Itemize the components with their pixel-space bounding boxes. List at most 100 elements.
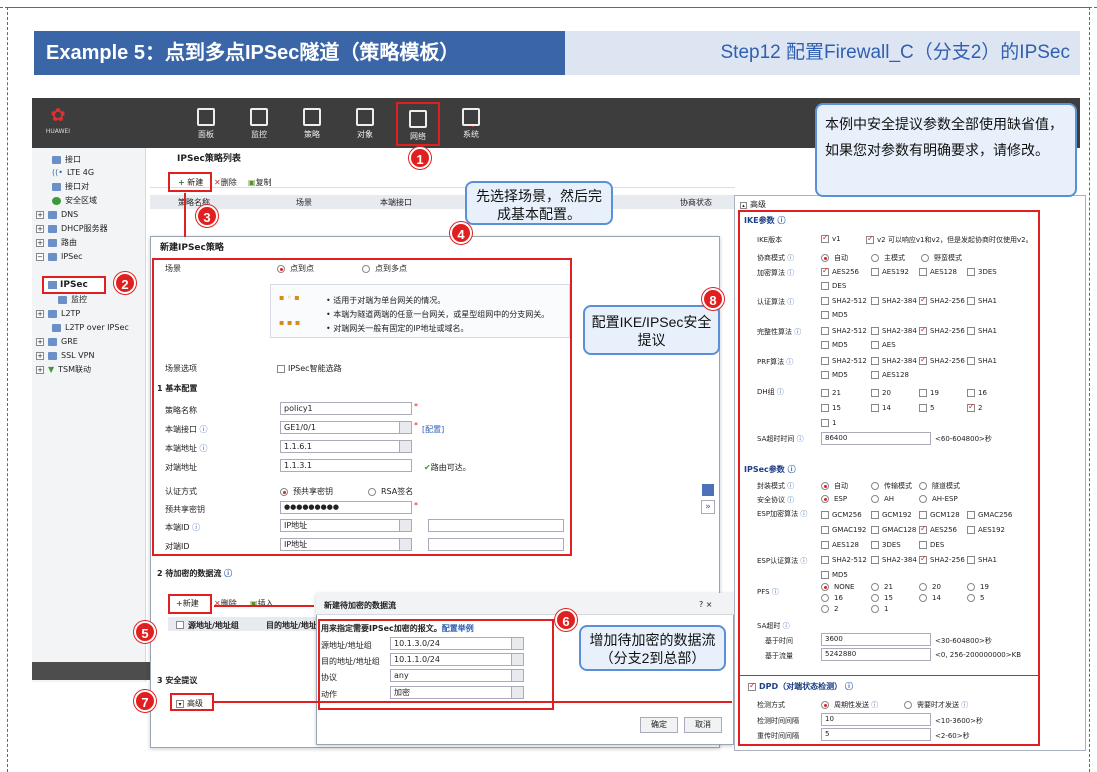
auth-alg-sha2-384[interactable]: SHA2-384 — [871, 297, 917, 305]
scene-point-to-multipoint[interactable]: 点到多点 — [362, 263, 407, 274]
help-icon[interactable]: ⓘ — [845, 682, 853, 691]
expand-icon[interactable]: + — [36, 365, 44, 374]
help-icon[interactable]: ⓘ — [787, 482, 794, 490]
flow-select-all[interactable] — [176, 620, 187, 629]
local-interface-select[interactable]: GE1/0/1 — [280, 421, 412, 434]
dh-15[interactable]: 15 — [821, 404, 841, 412]
column-scene[interactable]: 场景 — [296, 197, 312, 208]
esp-3des[interactable]: 3DES — [871, 541, 901, 549]
help-icon[interactable]: ⓘ — [797, 435, 804, 443]
help-icon[interactable]: ⓘ — [961, 701, 968, 709]
sidebar-item-dns[interactable]: + DNS — [36, 209, 150, 221]
dpd-on-demand[interactable]: 需要时才发送 ⓘ — [904, 700, 968, 710]
esp-gmac256[interactable]: GMAC256 — [967, 511, 1012, 519]
negotiation-auto[interactable]: 自动 — [821, 253, 848, 263]
column-local-interface[interactable]: 本端接口 — [380, 197, 412, 208]
sidebar-item-lte[interactable]: ((• LTE 4G — [52, 167, 166, 179]
pfs-1[interactable]: 1 — [871, 605, 888, 613]
ike-v1-checkbox[interactable]: v1 — [821, 233, 841, 243]
dh-19[interactable]: 19 — [919, 389, 939, 397]
collapse-icon[interactable]: − — [36, 252, 44, 261]
pfs-none[interactable]: NONE — [821, 583, 854, 591]
expand-icon[interactable]: + — [36, 309, 44, 318]
help-icon[interactable]: ⓘ — [794, 328, 801, 336]
sidebar-item-dhcp[interactable]: + DHCP服务器 — [36, 223, 150, 235]
sidebar-item-ipsec-selected[interactable]: IPSec — [42, 276, 106, 294]
esp-auth-sha2-512[interactable]: SHA2-512 — [821, 556, 867, 564]
auth-alg-sha2-256[interactable]: SHA2-256 — [919, 295, 965, 305]
delete-flow-button[interactable]: ✕删除 — [214, 598, 237, 609]
column-destination[interactable]: 目的地址/地址 — [266, 620, 317, 631]
esp-gmac192[interactable]: GMAC192 — [821, 526, 866, 534]
auth-alg-sha2-512[interactable]: SHA2-512 — [821, 297, 867, 305]
cancel-button[interactable]: 取消 — [684, 717, 722, 733]
expand-icon[interactable]: + — [36, 210, 44, 219]
column-source[interactable]: 源地址/地址组 — [188, 620, 239, 631]
help-icon[interactable]: ⓘ — [224, 569, 232, 578]
prf-sha2-256[interactable]: SHA2-256 — [919, 355, 965, 365]
integrity-sha2-384[interactable]: SHA2-384 — [871, 327, 917, 335]
auth-alg-md5[interactable]: MD5 — [821, 311, 848, 319]
time-based-input[interactable]: 3600 — [821, 633, 931, 646]
enc-des[interactable]: DES — [821, 282, 846, 290]
proto-ah-esp[interactable]: AH-ESP — [919, 495, 958, 503]
dh-14[interactable]: 14 — [871, 404, 891, 412]
prf-aes128[interactable]: AES128 — [871, 371, 909, 379]
copy-policy-button[interactable]: ▣复制 — [248, 177, 272, 188]
traffic-based-input[interactable]: 5242880 — [821, 648, 931, 661]
help-icon[interactable]: ⓘ — [800, 557, 807, 565]
help-icon[interactable]: ⓘ — [800, 510, 807, 518]
insert-flow-button[interactable]: ▣插入 — [250, 598, 274, 609]
local-id-value-input[interactable] — [428, 519, 564, 532]
integrity-sha2-512[interactable]: SHA2-512 — [821, 327, 867, 335]
new-flow-button[interactable]: +新建 — [176, 598, 199, 609]
flow-dialog-controls[interactable]: ? × — [699, 600, 713, 609]
nav-object[interactable]: 对象 — [343, 102, 387, 146]
sidebar-item-ipsec-group[interactable]: − IPSec — [36, 251, 150, 263]
enc-aes256[interactable]: AES256 — [821, 266, 859, 276]
peer-id-select[interactable]: IP地址 — [280, 538, 412, 551]
expand-icon[interactable]: + — [36, 337, 44, 346]
esp-gcm256[interactable]: GCM256 — [821, 511, 862, 519]
esp-gcm128[interactable]: GCM128 — [919, 511, 960, 519]
ok-button[interactable]: 确定 — [640, 717, 678, 733]
nav-network[interactable]: 网络 — [396, 102, 440, 146]
help-icon[interactable]: ⓘ — [783, 622, 790, 630]
sidebar-item-interface[interactable]: 接口 — [52, 154, 166, 166]
pfs-16[interactable]: 16 — [821, 594, 843, 602]
dh-16[interactable]: 16 — [967, 389, 987, 397]
esp-auth-md5[interactable]: MD5 — [821, 571, 848, 579]
prf-sha2-384[interactable]: SHA2-384 — [871, 357, 917, 365]
nav-policy[interactable]: 策略 — [290, 102, 334, 146]
expand-icon[interactable]: + — [36, 238, 44, 247]
dpd-periodic[interactable]: 周期性发送 ⓘ — [821, 700, 878, 710]
negotiation-main[interactable]: 主模式 — [871, 253, 905, 263]
local-address-select[interactable]: 1.1.6.1 — [280, 440, 412, 453]
proto-esp[interactable]: ESP — [821, 495, 847, 503]
help-icon[interactable]: ⓘ — [787, 254, 794, 262]
expand-icon[interactable]: + — [36, 351, 44, 360]
expand-icon[interactable]: + — [36, 224, 44, 233]
sidebar-item-l2tp-over-ipsec[interactable]: L2TP over IPSec — [52, 322, 166, 334]
destination-select[interactable]: 10.1.1.0/24 — [390, 653, 524, 666]
integrity-sha2-256[interactable]: SHA2-256 — [919, 325, 965, 335]
action-select[interactable]: 加密 — [390, 686, 524, 699]
ike-v2-checkbox[interactable]: v2 可以响应v1和v2，但是发起协商时仅使用v2。 — [866, 234, 1033, 245]
dh-5[interactable]: 5 — [919, 404, 934, 412]
sidebar-item-route[interactable]: + 路由 — [36, 237, 150, 249]
delete-policy-button[interactable]: ✕删除 — [214, 177, 237, 188]
nav-dashboard[interactable]: 面板 — [184, 102, 228, 146]
source-select[interactable]: 10.1.3.0/24 — [390, 637, 524, 650]
help-icon[interactable]: ⓘ — [787, 269, 794, 277]
protocol-select[interactable]: any — [390, 669, 524, 682]
encap-tunnel[interactable]: 隧道模式 — [919, 481, 960, 491]
help-icon[interactable]: ⓘ — [871, 701, 878, 709]
pfs-15[interactable]: 15 — [871, 594, 893, 602]
help-icon[interactable]: ⓘ — [787, 298, 794, 306]
sidebar-item-l2tp[interactable]: + L2TP — [36, 308, 150, 320]
column-negotiation-status[interactable]: 协商状态 — [680, 197, 712, 208]
pfs-14[interactable]: 14 — [919, 594, 941, 602]
esp-auth-sha2-384[interactable]: SHA2-384 — [871, 556, 917, 564]
enc-3des[interactable]: 3DES — [967, 268, 997, 276]
prf-md5[interactable]: MD5 — [821, 371, 848, 379]
